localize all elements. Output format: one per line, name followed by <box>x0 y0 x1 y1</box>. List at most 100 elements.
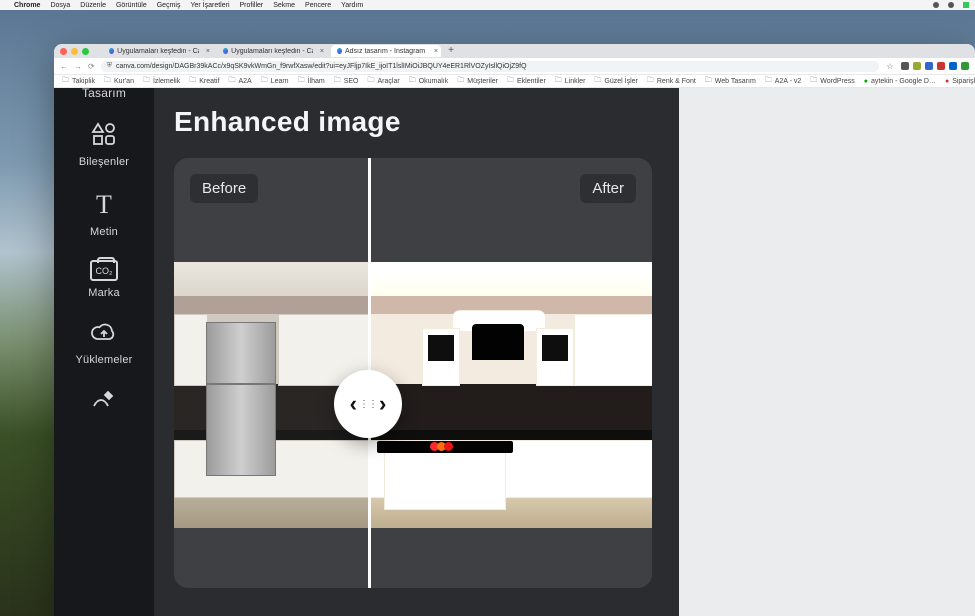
folder-icon: 🗀 <box>705 76 712 87</box>
extension-icon[interactable] <box>937 62 945 70</box>
folder-icon: 🗀 <box>368 76 375 87</box>
draw-icon <box>91 388 117 413</box>
menubar-item[interactable]: Görüntüle <box>116 2 147 9</box>
bookmark-item[interactable]: 🗀Renk & Font <box>647 76 696 87</box>
canva-sidebar: Tasarım Bileşenler T Metin CO₂ Ma <box>54 88 154 616</box>
sidebar-item-draw[interactable] <box>91 388 117 413</box>
bookmark-item[interactable]: 🗀A2A <box>228 76 251 87</box>
bookmark-item[interactable]: 🗀Okumalık <box>409 76 449 87</box>
folder-icon: 🗀 <box>334 76 341 87</box>
sidebar-item-elements[interactable]: Bileşenler <box>79 122 129 168</box>
folder-icon: 🗀 <box>555 76 562 87</box>
close-tab-icon[interactable]: × <box>206 48 210 55</box>
bookmark-item[interactable]: ●aytekin - Google D… <box>864 78 936 85</box>
forward-button[interactable]: → <box>74 62 82 71</box>
browser-tab[interactable]: Uygulamaları keşfedin - Can… × <box>217 45 327 57</box>
tab-title: Adsız tasarım - Instagram Gö… <box>345 48 427 55</box>
menubar-status-icon[interactable] <box>933 2 939 8</box>
editor-panel: Enhanced image Before After <box>154 88 679 616</box>
close-tab-icon[interactable]: × <box>434 48 438 55</box>
menubar-item[interactable]: Yardım <box>341 2 363 9</box>
extension-icon[interactable] <box>961 62 969 70</box>
menubar-item[interactable]: Sekme <box>273 2 295 9</box>
menubar-item[interactable]: Geçmiş <box>157 2 181 9</box>
bookmarks-bar: 🗀Takiplik 🗀Kur'an 🗀İzlemelik 🗀Kreatif 🗀A… <box>54 75 975 88</box>
bookmark-item[interactable]: 🗀Müşteriler <box>457 76 498 87</box>
canvas-area[interactable] <box>679 88 975 616</box>
browser-tab[interactable]: Uygulamaları keşfedin - Can… × <box>103 45 213 57</box>
bookmark-item[interactable]: 🗀Güzel İşler <box>594 76 637 87</box>
bookmark-star-icon[interactable]: ☆ <box>885 62 895 71</box>
bookmark-item[interactable]: 🗀SEO <box>334 76 359 87</box>
site-info-icon[interactable]: ⛨ <box>107 62 112 70</box>
sidebar-item-text[interactable]: T Metin <box>90 190 118 238</box>
before-badge: Before <box>190 174 258 203</box>
folder-icon: 🗀 <box>104 76 111 87</box>
sidebar-item-design[interactable]: Tasarım <box>82 86 126 100</box>
chevron-left-icon: ‹ <box>350 391 357 417</box>
after-image <box>370 262 652 528</box>
bookmark-item[interactable]: 🗀İlham <box>298 76 325 87</box>
bookmark-item[interactable]: 🗀Learn <box>261 76 289 87</box>
folder-icon: 🗀 <box>298 76 305 87</box>
sidebar-item-brand[interactable]: CO₂ Marka <box>88 260 120 299</box>
tab-favicon <box>337 48 342 54</box>
bookmark-item[interactable]: 🗀Kreatif <box>189 76 219 87</box>
bookmark-item[interactable]: 🗀Linkler <box>555 76 586 87</box>
url-input[interactable]: ⛨ canva.com/design/DAGBr39kACc/x9qSK9vkW… <box>101 61 879 72</box>
sidebar-item-uploads[interactable]: Yüklemeler <box>75 321 132 366</box>
bookmark-item[interactable]: 🗀Eklentiler <box>507 76 546 87</box>
back-button[interactable]: ← <box>60 62 68 71</box>
menubar-item[interactable]: Düzenle <box>80 2 106 9</box>
sidebar-item-label: Marka <box>88 287 120 299</box>
bookmark-item[interactable]: 🗀Kur'an <box>104 76 134 87</box>
menubar-item[interactable]: Profiller <box>240 2 264 9</box>
tab-strip: Uygulamaları keşfedin - Can… × Uygulamal… <box>54 44 975 58</box>
folder-icon: 🗀 <box>810 76 817 87</box>
site-icon: ● <box>945 78 949 85</box>
sidebar-item-label: Tasarım <box>82 86 126 100</box>
close-window-button[interactable] <box>60 48 67 55</box>
new-tab-button[interactable]: + <box>445 46 457 56</box>
mac-menubar: Chrome Dosya Düzenle Görüntüle Geçmiş Ye… <box>0 0 975 10</box>
bookmark-item[interactable]: 🗀A2A - v2 <box>765 76 801 87</box>
menubar-item[interactable]: Dosya <box>50 2 70 9</box>
menubar-status-icon[interactable] <box>948 2 954 8</box>
canva-app: Tasarım Bileşenler T Metin CO₂ Ma <box>54 88 975 616</box>
menubar-item[interactable]: Yer İşaretleri <box>190 2 229 9</box>
site-icon: ● <box>864 78 868 85</box>
panel-title: Enhanced image <box>174 106 659 138</box>
bookmark-item[interactable]: ●Siparişlerim <box>945 78 975 85</box>
extension-icon[interactable] <box>913 62 921 70</box>
sidebar-item-label: Yüklemeler <box>75 354 132 366</box>
tab-favicon <box>109 48 114 54</box>
minimize-window-button[interactable] <box>71 48 78 55</box>
reload-button[interactable]: ⟳ <box>88 62 95 71</box>
extension-icon[interactable] <box>949 62 957 70</box>
before-after-compare[interactable]: Before After <box>174 158 652 588</box>
browser-tab-active[interactable]: Adsız tasarım - Instagram Gö… × <box>331 45 441 57</box>
folder-icon: 🗀 <box>765 76 772 87</box>
extension-icon[interactable] <box>925 62 933 70</box>
bookmark-item[interactable]: 🗀Takiplik <box>62 76 95 87</box>
bookmark-item[interactable]: 🗀WordPress <box>810 76 855 87</box>
close-tab-icon[interactable]: × <box>320 48 324 55</box>
folder-icon: 🗀 <box>647 76 654 87</box>
folder-icon: 🗀 <box>62 76 69 87</box>
url-text: canva.com/design/DAGBr39kACc/x9qSK9vkWmG… <box>116 63 527 70</box>
bookmark-item[interactable]: 🗀İzlemelik <box>143 76 180 87</box>
folder-icon: 🗀 <box>261 76 268 87</box>
extension-icons <box>901 62 969 70</box>
cloud-upload-icon <box>90 321 118 348</box>
menubar-app[interactable]: Chrome <box>14 2 40 9</box>
extension-icon[interactable] <box>901 62 909 70</box>
maximize-window-button[interactable] <box>82 48 89 55</box>
compare-slider-handle[interactable]: ‹ ⋮⋮ › <box>334 370 402 438</box>
tab-title: Uygulamaları keşfedin - Can… <box>231 48 313 55</box>
bookmark-item[interactable]: 🗀Araçlar <box>368 76 400 87</box>
folder-icon: 🗀 <box>143 76 150 87</box>
menubar-item[interactable]: Pencere <box>305 2 331 9</box>
bookmark-item[interactable]: 🗀Web Tasarım <box>705 76 756 87</box>
menubar-status-icon[interactable] <box>963 2 969 8</box>
canva-left-pane: Tasarım Bileşenler T Metin CO₂ Ma <box>54 88 679 616</box>
